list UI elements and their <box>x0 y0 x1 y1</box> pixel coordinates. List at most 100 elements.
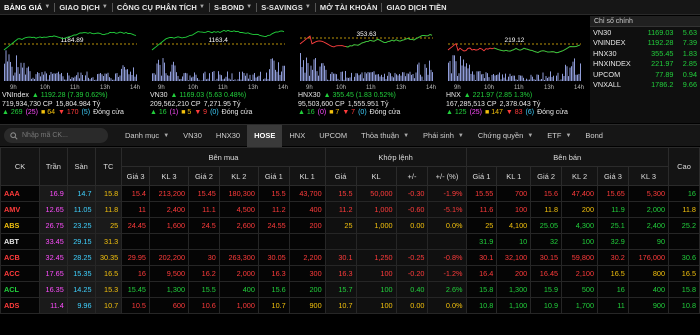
table-row[interactable]: ABS 26.75 23.25 25 24.45 1,600 24.5 2,600 24.55 2… <box>0 217 700 234</box>
nav-item-0[interactable]: BẢNG GIÁ ▼ <box>0 0 54 15</box>
stock-symbol[interactable]: ADS <box>0 297 41 314</box>
tab-hnx30[interactable]: HNX30 <box>209 125 247 147</box>
index-row-vnindex[interactable]: VNINDEX 1192.28 7.39 <box>590 38 700 49</box>
index-row-value: 77.89 <box>655 69 674 79</box>
tab-label: HNX30 <box>215 131 241 140</box>
price-cell: 32.45 <box>39 249 68 266</box>
table-row[interactable]: ACC 17.65 15.35 16.5 16 9,500 16.2 2,000 16.3 300… <box>0 265 700 282</box>
reference-value-label: 353.63 <box>357 31 377 38</box>
chevron-down-icon: ▼ <box>403 132 410 139</box>
nav-item-4[interactable]: S-SAVINGS ▼ <box>257 0 315 15</box>
declines-count: ▼ 9 <box>194 109 208 116</box>
table-row[interactable]: ABT 33.45 29.15 31.3 31.9 10 32 100 32.9 90 <box>0 233 700 250</box>
price-cell: 1,250 <box>355 249 397 266</box>
nav-item-label: S-BOND <box>213 2 245 12</box>
index-row-vnxall[interactable]: VNXALL 1786.2 9.66 <box>590 80 700 91</box>
sell-group-header: Bên bán <box>465 147 670 167</box>
index-panel-hnx[interactable]: 219.12 9h 10h 11h 13h 14h HNX ▲ 221.97 (2.85 1.… <box>444 16 589 123</box>
tab-danh-mục[interactable]: Danh mục ▼ <box>118 125 176 147</box>
col-header: Giá <box>324 166 357 186</box>
nav-item-1[interactable]: GIAO DỊCH ▼ <box>55 0 112 15</box>
tab-upcom[interactable]: UPCOM <box>312 125 354 147</box>
tab-hnx[interactable]: HNX <box>282 125 312 147</box>
price-cell <box>257 233 290 250</box>
index-row-upcom[interactable]: UPCOM 77.89 0.94 <box>590 69 700 80</box>
price-cell: 4,500 <box>218 201 259 218</box>
index-line-3: ▲ 16 (0) ■ 7 ▼ 7 (0) Đóng cửa <box>298 109 441 118</box>
declines-count: ▼ 170 <box>57 109 79 116</box>
price-cell: 700 <box>496 185 532 202</box>
index-volume: 95,503,600 CP <box>298 100 345 108</box>
price-cell: -0.30 <box>395 185 429 202</box>
index-row-hnxindex[interactable]: HNXINDEX 221.97 2.85 <box>590 59 700 70</box>
time-axis-label: 14h <box>130 85 140 91</box>
index-row-hnx30[interactable]: HNX30 355.45 1.83 <box>590 48 700 59</box>
table-row[interactable]: ACL 16.35 14.25 15.3 15.45 1,300 15.5 400 15.6 20… <box>0 281 700 298</box>
price-cell: 30 <box>188 249 220 266</box>
index-row-vn30[interactable]: VN30 1169.03 5.63 <box>590 27 700 38</box>
price-cell: 900 <box>627 297 670 314</box>
col-header: +/- <box>395 166 429 186</box>
price-cell: 16.5 <box>597 265 629 282</box>
search-placeholder: Nhập mã CK... <box>22 132 68 139</box>
nav-item-label: CÔNG CỤ PHÂN TÍCH <box>116 2 197 12</box>
nav-item-5[interactable]: MỞ TÀI KHOẢN <box>316 0 382 15</box>
price-cell: 16.3 <box>324 265 357 282</box>
index-line-2: 719,934,730 CP 15,804.984 Tỷ <box>2 101 145 110</box>
tab-hose[interactable]: HOSE <box>247 124 283 147</box>
price-cell: 10.9 <box>530 297 563 314</box>
price-cell: 16.45 <box>530 265 563 282</box>
index-line-3: ▲ 16 (1) ■ 5 ▼ 9 (0) Đóng cửa <box>150 109 293 118</box>
nav-item-3[interactable]: S-BOND ▼ <box>210 0 256 15</box>
tab-thỏa-thuận[interactable]: Thỏa thuận ▼ <box>354 125 416 147</box>
price-cell: 15.45 <box>121 281 150 298</box>
price-cell: 500 <box>561 281 599 298</box>
stock-symbol[interactable]: ACC <box>0 265 41 282</box>
tab-bond[interactable]: Bond <box>578 125 610 147</box>
stock-symbol[interactable]: ABT <box>0 233 41 250</box>
time-axis-label: 9h <box>454 85 461 91</box>
table-row[interactable]: AAA 16.9 14.7 15.8 15.4 213,200 15.45 180,300 15… <box>0 185 700 202</box>
unchanged-count: ■ 5 <box>181 109 192 116</box>
price-cell: 400 <box>218 281 259 298</box>
index-change: ▲ 1169.03 (5.63 0.48%) <box>170 92 247 99</box>
price-cell: 11.05 <box>66 201 96 218</box>
index-name: VN30 <box>150 92 168 99</box>
stock-symbol[interactable]: ABS <box>0 217 41 234</box>
price-cell: 15.8 <box>465 281 498 298</box>
index-panel-vn30[interactable]: 1163.4 9h 10h 11h 13h 14h VN30 ▲ 1169.03 (5.63 … <box>148 16 293 123</box>
index-row-name: UPCOM <box>593 69 621 79</box>
price-cell: 2,400 <box>627 217 670 234</box>
stock-symbol[interactable]: ACL <box>0 281 41 298</box>
stock-symbol[interactable]: AAA <box>0 185 41 202</box>
table-row[interactable]: ACB 32.45 28.25 30.35 29.95 202,200 30 263,300 3… <box>0 249 700 266</box>
tab-vn30[interactable]: VN30 <box>176 125 209 147</box>
price-cell: 10.8 <box>668 297 700 314</box>
index-row-value: 221.97 <box>651 59 674 69</box>
price-cell: 25.1 <box>597 217 629 234</box>
price-cell: 300 <box>288 265 326 282</box>
tab-label: Bond <box>585 131 603 140</box>
stock-search-input[interactable]: Nhập mã CK... <box>4 128 108 143</box>
tab-chứng-quyền[interactable]: Chứng quyền ▼ <box>471 125 540 147</box>
chevron-down-icon: ▼ <box>246 4 253 10</box>
price-cell: 1,000 <box>355 201 397 218</box>
tab-phái-sinh[interactable]: Phái sinh ▼ <box>416 125 471 147</box>
index-panel-vnindex[interactable]: 1184.89 9h 10h 11h 13h 14h VNIndex ▲ 1192.28 (7… <box>0 16 145 123</box>
index-value: 1,555.951 Tỷ <box>347 100 389 108</box>
tab-etf[interactable]: ETF ▼ <box>540 125 578 147</box>
table-row[interactable]: ADS 11.4 9.96 10.7 10.5 600 10.6 1,000 10.7 900 10… <box>0 297 700 314</box>
stock-symbol[interactable]: AMV <box>0 201 41 218</box>
price-cell: 25.05 <box>530 217 563 234</box>
price-cell: 2.6% <box>427 281 467 298</box>
price-cell: 43,700 <box>288 185 326 202</box>
index-panel-hnx30[interactable]: 353.63 9h 10h 11h 13h 14h HNX30 ▲ 355.45 (1.83 … <box>296 16 441 123</box>
time-axis-label: 11h <box>218 85 228 91</box>
price-cell: 15.9 <box>530 281 563 298</box>
price-cell: 26.75 <box>39 217 68 234</box>
table-row[interactable]: AMV 12.65 11.05 11.8 11 2,400 11.1 4,500 11.2 400… <box>0 201 700 218</box>
stock-symbol[interactable]: ACB <box>0 249 41 266</box>
nav-item-6[interactable]: GIAO DỊCH TIỀN <box>382 0 450 15</box>
price-cell: 16 <box>668 185 700 202</box>
nav-item-2[interactable]: CÔNG CỤ PHÂN TÍCH ▼ <box>113 0 209 15</box>
